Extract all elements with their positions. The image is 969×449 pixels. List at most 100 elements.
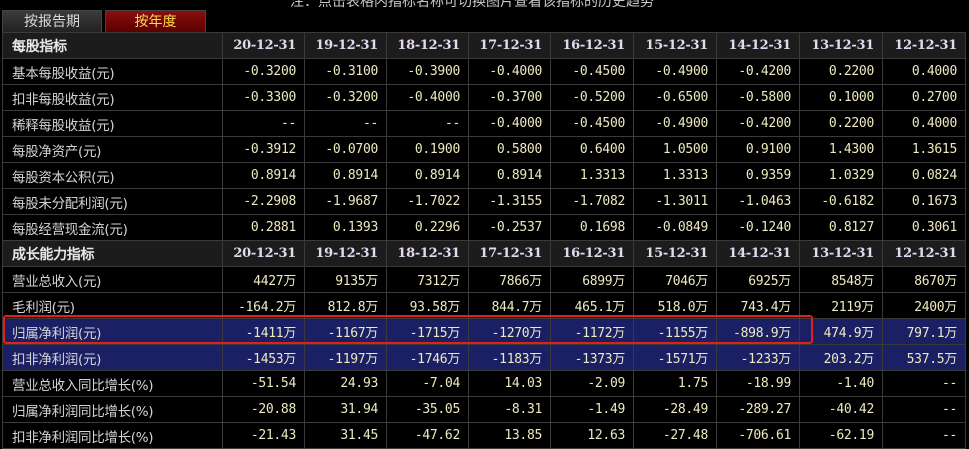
indicator-name[interactable]: 稀释每股收益(元) [2, 110, 223, 137]
indicator-value: -0.4200 [716, 58, 800, 85]
column-header-date[interactable]: 16-12-31 [550, 32, 634, 59]
section-header-row: 每股指标 20-12-31 19-12-31 18-12-31 17-12-31 16-1… [2, 32, 966, 59]
table-row[interactable]: 每股未分配利润(元) -2.2908 -1.9687 -1.7022 -1.3155 -1… [2, 188, 966, 215]
column-header-date[interactable]: 19-12-31 [304, 240, 387, 267]
indicator-value: 0.4000 [882, 58, 966, 85]
indicator-value: 7046万 [633, 266, 717, 293]
indicator-value: 6899万 [550, 266, 634, 293]
table-row[interactable]: 扣非净利润(元) -1453万 -1197万 -1746万 -1183万 -1373万 -1… [2, 344, 966, 371]
indicator-value: 0.5800 [468, 136, 551, 163]
indicator-value: 24.93 [304, 370, 387, 397]
table-row[interactable]: 每股净资产(元) -0.3912 -0.0700 0.1900 0.5800 0.6400… [2, 136, 966, 163]
indicator-name[interactable]: 每股未分配利润(元) [2, 188, 223, 215]
indicator-value: -0.4900 [633, 110, 717, 137]
indicator-value: 0.8914 [304, 162, 387, 189]
column-header-date[interactable]: 15-12-31 [633, 32, 717, 59]
indicator-value: -1373万 [550, 344, 634, 371]
indicator-name[interactable]: 毛利润(元) [2, 292, 223, 319]
indicator-value: -0.3200 [222, 58, 305, 85]
indicator-value: 1.0500 [633, 136, 717, 163]
indicator-value: -1.9687 [304, 188, 387, 215]
tab-by-year[interactable]: 按年度 [105, 10, 206, 32]
indicator-value: 0.2700 [882, 84, 966, 111]
table-row[interactable]: 稀释每股收益(元) -- -- -- -0.4000 -0.4500 -0.4900 -0.4… [2, 110, 966, 137]
indicator-name[interactable]: 归属净利润(元) [2, 318, 223, 345]
indicator-value: -2.09 [550, 370, 634, 397]
indicator-value: 7312万 [386, 266, 469, 293]
indicator-value: -1.3011 [633, 188, 717, 215]
column-header-date[interactable]: 13-12-31 [799, 32, 883, 59]
column-header-date[interactable]: 19-12-31 [304, 32, 387, 59]
indicator-value: -51.54 [222, 370, 305, 397]
indicator-value: 1.3615 [882, 136, 966, 163]
table-row[interactable]: 归属净利润(元) -1411万 -1167万 -1715万 -1270万 -1172万 -1… [2, 318, 966, 345]
table-row[interactable]: 基本每股收益(元) -0.3200 -0.3100 -0.3900 -0.4000 -0.… [2, 58, 966, 85]
indicator-name[interactable]: 基本每股收益(元) [2, 58, 223, 85]
table-row[interactable]: 归属净利润同比增长(%) -20.88 31.94 -35.05 -8.31 -1.49-… [2, 396, 966, 423]
indicator-value: -706.61 [716, 422, 800, 449]
indicator-value: -0.3912 [222, 136, 305, 163]
column-header-date[interactable]: 12-12-31 [882, 32, 966, 59]
column-header-date[interactable]: 18-12-31 [386, 240, 469, 267]
column-header-date[interactable]: 20-12-31 [222, 240, 305, 267]
indicator-name[interactable]: 归属净利润同比增长(%) [2, 396, 223, 423]
indicator-value: -1.0463 [716, 188, 800, 215]
table-row[interactable]: 营业总收入同比增长(%) -51.54 24.93 -7.04 14.03 -2.09 1.… [2, 370, 966, 397]
indicator-value: 4427万 [222, 266, 305, 293]
column-header-date[interactable]: 17-12-31 [468, 32, 551, 59]
indicator-name[interactable]: 每股资本公积(元) [2, 162, 223, 189]
section-title: 成长能力指标 [2, 240, 223, 267]
indicator-name[interactable]: 扣非净利润同比增长(%) [2, 422, 223, 449]
indicator-value: -40.42 [799, 396, 883, 423]
column-header-date[interactable]: 17-12-31 [468, 240, 551, 267]
indicator-value: 1.4300 [799, 136, 883, 163]
table-row[interactable]: 每股资本公积(元) 0.8914 0.8914 0.8914 0.8914 1.3313 1… [2, 162, 966, 189]
indicator-value: -7.04 [386, 370, 469, 397]
indicator-name[interactable]: 每股经营现金流(元) [2, 214, 223, 241]
indicator-value: -289.27 [716, 396, 800, 423]
indicator-value: -21.43 [222, 422, 305, 449]
indicator-value: -8.31 [468, 396, 551, 423]
indicator-value: 31.45 [304, 422, 387, 449]
column-header-date[interactable]: 15-12-31 [633, 240, 717, 267]
indicator-name[interactable]: 扣非净利润(元) [2, 344, 223, 371]
column-header-date[interactable]: 14-12-31 [716, 240, 800, 267]
indicator-name[interactable]: 营业总收入同比增长(%) [2, 370, 223, 397]
indicator-value: 0.1673 [882, 188, 966, 215]
indicator-value: 8548万 [799, 266, 883, 293]
indicator-value: 465.1万 [550, 292, 634, 319]
indicator-value: -1715万 [386, 318, 469, 345]
indicator-name[interactable]: 营业总收入(元) [2, 266, 223, 293]
column-header-date[interactable]: 14-12-31 [716, 32, 800, 59]
indicator-value: -- [386, 110, 469, 137]
column-header-date[interactable]: 20-12-31 [222, 32, 305, 59]
indicator-name[interactable]: 每股净资产(元) [2, 136, 223, 163]
indicator-value: 812.8万 [304, 292, 387, 319]
table-row[interactable]: 每股经营现金流(元) 0.2881 0.1393 0.2296 -0.2537 0.169… [2, 214, 966, 241]
indicator-value: -1197万 [304, 344, 387, 371]
indicator-value: 0.8914 [222, 162, 305, 189]
indicator-value: -1.49 [550, 396, 634, 423]
column-header-date[interactable]: 18-12-31 [386, 32, 469, 59]
indicator-value: -1411万 [222, 318, 305, 345]
indicator-value: -1167万 [304, 318, 387, 345]
indicator-name[interactable]: 扣非每股收益(元) [2, 84, 223, 111]
table-row[interactable]: 扣非净利润同比增长(%) -21.43 31.45 -47.62 13.85 12.63-… [2, 422, 966, 449]
table-row[interactable]: 毛利润(元) -164.2万 812.8万 93.58万 844.7万 465.1万 518… [2, 292, 966, 319]
table-row[interactable]: 扣非每股收益(元) -0.3300 -0.3200 -0.4000 -0.3700 -0.… [2, 84, 966, 111]
indicator-value: -0.0849 [633, 214, 717, 241]
table-row[interactable]: 营业总收入(元) 4427万 9135万 7312万 7866万 6899万 7046万 69… [2, 266, 966, 293]
column-header-date[interactable]: 13-12-31 [799, 240, 883, 267]
indicator-value: 537.5万 [882, 344, 966, 371]
indicator-value: -- [304, 110, 387, 137]
column-header-date[interactable]: 12-12-31 [882, 240, 966, 267]
indicator-value: 12.63 [550, 422, 634, 449]
tab-by-report-period[interactable]: 按报告期 [2, 10, 102, 32]
indicator-value: 0.9100 [716, 136, 800, 163]
indicator-value: -0.5800 [716, 84, 800, 111]
indicator-value: -0.1240 [716, 214, 800, 241]
column-header-date[interactable]: 16-12-31 [550, 240, 634, 267]
indicator-value: 93.58万 [386, 292, 469, 319]
indicator-value: -27.48 [633, 422, 717, 449]
indicator-value: -- [882, 422, 966, 449]
